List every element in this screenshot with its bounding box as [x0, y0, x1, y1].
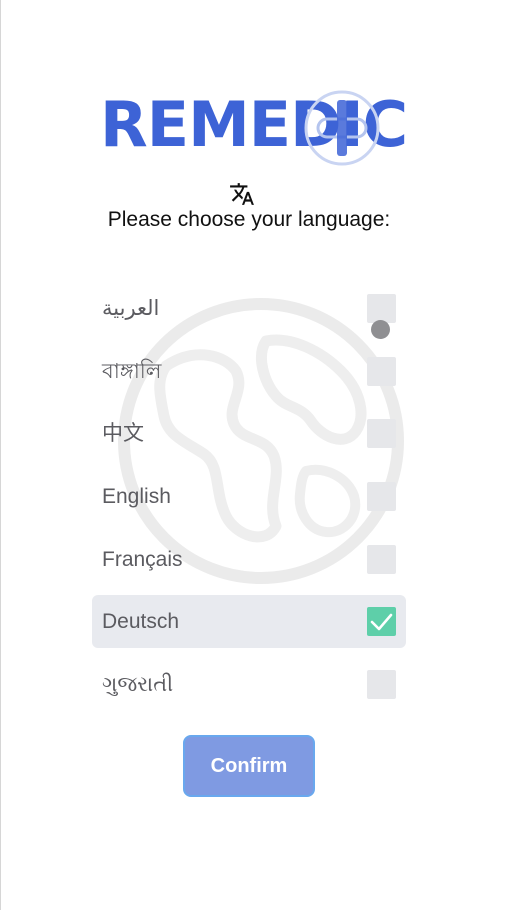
language-label: বাঙ্গালি [102, 359, 162, 383]
language-list: العربية বাঙ্গালি 中文 English Français Deu… [92, 282, 406, 721]
language-checkbox[interactable] [367, 482, 396, 512]
language-label: ગુજરાતી [102, 673, 174, 697]
page-title: Please choose your language: [107, 208, 391, 231]
language-checkbox[interactable] [367, 419, 396, 449]
checkmark-icon [370, 614, 393, 631]
language-label: English [102, 485, 171, 509]
language-option[interactable]: ગુજરાતી [92, 658, 406, 711]
touch-indicator [371, 320, 390, 339]
language-checkbox[interactable] [367, 294, 396, 323]
remedic-logo: REMEDIC [98, 82, 408, 168]
language-option[interactable]: Français [92, 533, 406, 586]
language-checkbox[interactable] [367, 670, 396, 700]
language-label: 中文 [102, 422, 144, 446]
language-option-selected[interactable]: Deutsch [92, 595, 406, 649]
language-checkbox[interactable] [367, 356, 396, 386]
confirm-button[interactable]: Confirm [183, 735, 315, 797]
left-border [0, 0, 1, 910]
language-option[interactable]: 中文 [92, 407, 406, 460]
language-option[interactable]: English [92, 470, 406, 523]
language-option[interactable]: العربية [92, 282, 406, 335]
language-label: Deutsch [102, 610, 180, 634]
language-checkbox[interactable] [367, 544, 396, 574]
language-label: العربية [102, 297, 160, 320]
language-label: Français [102, 547, 183, 571]
language-selection-screen: REMEDIC Please choose your language: الع… [0, 0, 510, 910]
language-checkbox-checked[interactable] [367, 607, 396, 637]
language-option[interactable]: বাঙ্গালি [92, 345, 406, 398]
logo-pill-icon [304, 90, 380, 166]
translate-icon [230, 183, 254, 205]
